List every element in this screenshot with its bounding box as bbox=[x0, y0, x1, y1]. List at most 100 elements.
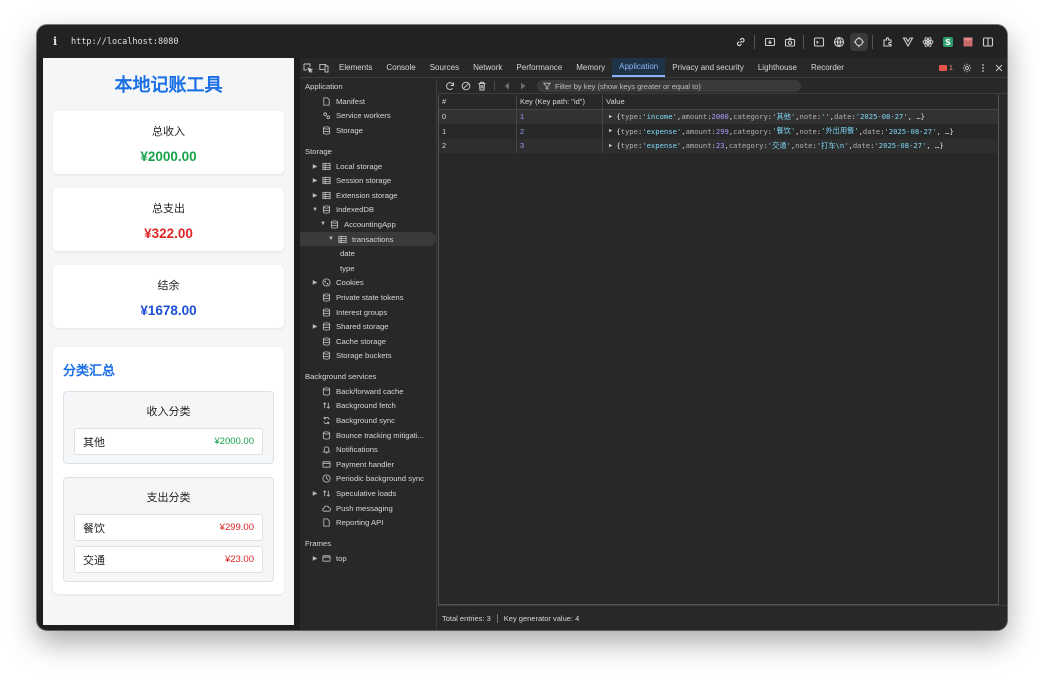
sidebar-item-label: Manifest bbox=[336, 96, 366, 106]
column-header-index[interactable]: # bbox=[439, 95, 517, 109]
sidebar-item-background-sync[interactable]: Background sync bbox=[300, 413, 436, 428]
sidebar-item-background-fetch[interactable]: Background fetch bbox=[300, 399, 436, 414]
balance-card: 结余 ¥1678.00 bbox=[53, 265, 284, 328]
sidebar-item-manifest[interactable]: Manifest bbox=[300, 94, 436, 109]
sidebar-item-indexeddb[interactable]: ▼ IndexedDB bbox=[300, 203, 436, 218]
react-icon[interactable] bbox=[919, 33, 937, 51]
tab-application[interactable]: Application bbox=[612, 58, 666, 77]
sidebar-item-label: Cookies bbox=[336, 278, 364, 288]
link-icon[interactable] bbox=[732, 33, 750, 51]
table-row[interactable]: 1 2 ▶{type: 'expense', amount: 299, catego… bbox=[439, 124, 998, 139]
tab-memory[interactable]: Memory bbox=[569, 58, 612, 77]
row-value[interactable]: ▶{type: 'expense', amount: 299, category… bbox=[603, 124, 998, 139]
row-value[interactable]: ▶{type: 'income', amount: 2000, category… bbox=[603, 110, 998, 125]
tab-lighthouse[interactable]: Lighthouse bbox=[751, 58, 804, 77]
expand-arrow-icon[interactable]: ▶ bbox=[609, 128, 612, 134]
previous-page-icon[interactable] bbox=[499, 79, 515, 93]
extension-icon[interactable] bbox=[879, 33, 897, 51]
section-heading: Frames bbox=[305, 539, 332, 549]
row-value[interactable]: ▶{type: 'expense', amount: 23, category:… bbox=[603, 139, 998, 154]
more-options-icon[interactable] bbox=[975, 63, 991, 73]
crosshair-icon[interactable] bbox=[850, 32, 868, 51]
bell-icon bbox=[320, 444, 332, 456]
sidebar-item-label: top bbox=[336, 553, 347, 563]
column-header-value[interactable]: Value bbox=[603, 95, 998, 109]
list-item: 交通 ¥23.00 bbox=[74, 546, 263, 573]
database-icon bbox=[328, 218, 340, 230]
sidebar-item-index-type[interactable]: type bbox=[300, 261, 436, 276]
clear-icon[interactable] bbox=[458, 79, 474, 93]
s-extension-icon[interactable]: S bbox=[939, 33, 957, 51]
sidebar-item-bounce-tracking[interactable]: Bounce tracking mitigati... bbox=[300, 428, 436, 443]
sidebar-item-interest-groups[interactable]: Interest groups bbox=[300, 305, 436, 320]
row-index: 0 bbox=[439, 109, 517, 124]
row-key: 1 bbox=[517, 109, 603, 124]
frame-icon bbox=[320, 552, 332, 564]
sidebar-item-reporting-api[interactable]: Reporting API bbox=[300, 515, 436, 530]
tab-privacy-security[interactable]: Privacy and security bbox=[665, 58, 751, 77]
sidebar-item-payment-handler[interactable]: Payment handler bbox=[300, 457, 436, 472]
table-icon bbox=[320, 175, 332, 187]
sidebar-item-back-forward-cache[interactable]: Back/forward cache bbox=[300, 384, 436, 399]
install-icon[interactable] bbox=[761, 33, 779, 51]
device-toolbar-icon[interactable] bbox=[316, 58, 332, 77]
inspect-element-icon[interactable] bbox=[300, 58, 316, 77]
section-heading: Background services bbox=[305, 372, 377, 382]
sidebar-item-cookies[interactable]: ▶ Cookies bbox=[300, 276, 436, 291]
tab-network[interactable]: Network bbox=[466, 58, 509, 77]
category-name: 交通 bbox=[83, 554, 105, 567]
vue-icon[interactable] bbox=[899, 33, 917, 51]
expense-category-box: 支出分类 餐饮 ¥299.00 交通 ¥23.00 bbox=[63, 477, 274, 582]
expand-arrow-icon[interactable]: ▶ bbox=[609, 114, 612, 120]
sidebar-item-push-messaging[interactable]: Push messaging bbox=[300, 501, 436, 516]
settings-icon[interactable] bbox=[959, 63, 975, 73]
sidebar-item-storage-buckets[interactable]: Storage buckets bbox=[300, 349, 436, 364]
next-page-icon[interactable] bbox=[515, 79, 531, 93]
screenshot-icon[interactable] bbox=[781, 33, 799, 51]
sidebar-item-session-storage[interactable]: ▶ Session storage bbox=[300, 173, 436, 188]
tab-sources[interactable]: Sources bbox=[423, 58, 466, 77]
row-index: 2 bbox=[439, 138, 517, 153]
info-icon[interactable]: i bbox=[53, 35, 65, 48]
sidebar-item-cache-storage[interactable]: Cache storage bbox=[300, 334, 436, 349]
sidebar-item-periodic-sync[interactable]: Periodic background sync bbox=[300, 472, 436, 487]
sidebar-item-notifications[interactable]: Notifications bbox=[300, 442, 436, 457]
close-icon[interactable] bbox=[991, 63, 1007, 73]
terminal-icon[interactable] bbox=[810, 33, 828, 51]
column-header-key[interactable]: Key (Key path: "id") bbox=[517, 95, 603, 109]
issues-badge[interactable]: 1 bbox=[938, 63, 953, 72]
split-view-icon[interactable] bbox=[979, 33, 997, 51]
key-filter-input[interactable]: Filter by key (show keys greater or equa… bbox=[537, 80, 801, 92]
expand-arrow-icon[interactable]: ▶ bbox=[609, 143, 612, 149]
tab-recorder[interactable]: Recorder bbox=[804, 58, 851, 77]
tab-elements[interactable]: Elements bbox=[332, 58, 379, 77]
url-text[interactable]: http://localhost:8080 bbox=[71, 37, 178, 47]
refresh-icon[interactable] bbox=[442, 79, 458, 93]
total-income-value: ¥2000.00 bbox=[140, 149, 197, 164]
sidebar-item-frame-top[interactable]: ▶ top bbox=[300, 551, 436, 566]
database-icon bbox=[320, 429, 332, 441]
tab-console[interactable]: Console bbox=[379, 58, 422, 77]
sidebar-item-index-date[interactable]: date bbox=[300, 246, 436, 261]
issues-count: 1 bbox=[948, 63, 953, 72]
sidebar-item-service-workers[interactable]: Service workers bbox=[300, 109, 436, 124]
sidebar-item-speculative-loads[interactable]: ▶ Speculative loads bbox=[300, 486, 436, 501]
sidebar-item-transactions[interactable]: ▼ transactions bbox=[300, 231, 436, 247]
table-row[interactable]: 2 3 ▶{type: 'expense', amount: 23, categor… bbox=[439, 138, 998, 154]
status-bar: Total entries: 3 Key generator value: 4 bbox=[438, 605, 1007, 630]
shop-icon[interactable] bbox=[959, 33, 977, 51]
database-icon bbox=[320, 321, 332, 333]
sidebar-item-accountingapp[interactable]: ▼ AccountingApp bbox=[300, 217, 436, 232]
sidebar-item-label: Bounce tracking mitigati... bbox=[336, 430, 425, 440]
up-down-arrows-icon bbox=[320, 488, 332, 500]
sidebar-item-private-state-tokens[interactable]: Private state tokens bbox=[300, 290, 436, 305]
sidebar-item-local-storage[interactable]: ▶ Local storage bbox=[300, 159, 436, 174]
sidebar-item-extension-storage[interactable]: ▶ Extension storage bbox=[300, 188, 436, 203]
sidebar-item-shared-storage[interactable]: ▶ Shared storage bbox=[300, 319, 436, 334]
table-row[interactable]: 0 1 ▶{type: 'income', amount: 2000, catego… bbox=[439, 109, 998, 125]
sidebar-item-storage[interactable]: Storage bbox=[300, 123, 436, 138]
balance-value: ¥1678.00 bbox=[140, 303, 197, 318]
globe-icon[interactable] bbox=[830, 33, 848, 51]
tab-performance[interactable]: Performance bbox=[509, 58, 569, 77]
delete-icon[interactable] bbox=[474, 79, 490, 93]
